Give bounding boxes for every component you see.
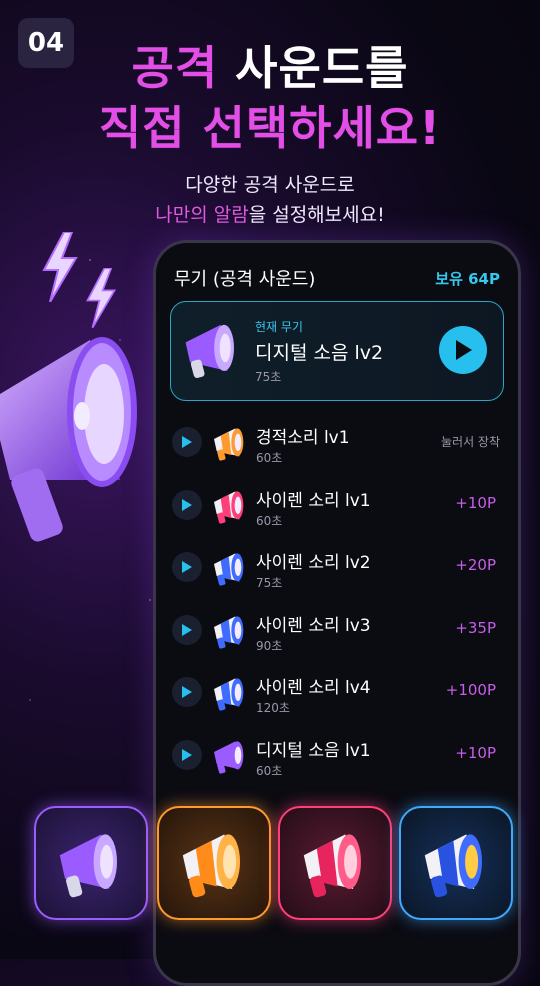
current-weapon-label: 현재 무기 (255, 320, 303, 334)
sound-tiles (0, 806, 540, 920)
list-item[interactable]: 사이렌 소리 lv3 90초 +35P (170, 609, 504, 665)
play-icon (456, 340, 472, 360)
list-item[interactable]: 사이렌 소리 lv1 60초 +10P (170, 484, 504, 540)
headline-line2: 직접 선택하세요! (98, 101, 442, 155)
item-name: 사이렌 소리 lv4 (256, 678, 371, 698)
item-name: 경적소리 lv1 (256, 428, 350, 448)
item-duration: 60초 (256, 451, 283, 465)
play-button[interactable] (439, 326, 487, 374)
megaphone-pink-icon (303, 834, 361, 898)
current-weapon-name: 디지털 소음 lv2 (255, 342, 384, 364)
item-duration: 75초 (256, 576, 283, 590)
headline: 공격 사운드를 직접 선택하세요! (0, 38, 540, 158)
list-item[interactable]: 디지털 소음 lv1 60초 +10P (170, 734, 504, 790)
tile-horn[interactable] (157, 806, 271, 920)
item-duration: 60초 (256, 763, 283, 778)
current-weapon-duration: 75초 (255, 370, 282, 384)
list-item[interactable]: 사이렌 소리 lv2 75초 +20P (170, 546, 504, 602)
subtitle-line1: 다양한 공격 사운드로 (185, 174, 355, 196)
item-name: 디지털 소음 lv1 (256, 740, 371, 761)
play-icon (182, 436, 192, 448)
item-price: +10P (455, 743, 496, 762)
item-duration: 60초 (256, 513, 283, 528)
play-button[interactable] (172, 677, 202, 707)
equip-hint[interactable]: 눌러서 장착 (441, 433, 500, 450)
item-name: 사이렌 소리 lv1 (256, 490, 371, 511)
megaphone-blue-icon (214, 615, 244, 649)
item-price: +20P (455, 556, 496, 574)
play-button[interactable] (172, 614, 202, 645)
megaphone-orange-icon (182, 834, 240, 898)
tile-siren-pink[interactable] (278, 806, 392, 920)
tile-siren-blue[interactable] (399, 806, 513, 920)
points-balance: 보유 64P (435, 269, 500, 288)
play-icon (182, 748, 192, 761)
item-duration: 120초 (256, 701, 290, 715)
play-button[interactable] (172, 552, 202, 582)
megaphone-purple-icon (59, 834, 117, 898)
subtitle-highlight: 나만의 알람 (155, 204, 249, 226)
megaphone-pink-icon (214, 490, 244, 524)
current-weapon-card[interactable]: 현재 무기 디지털 소음 lv2 75초 (170, 301, 504, 401)
item-price: +35P (455, 618, 496, 637)
headline-rest: 사운드를 (218, 41, 409, 95)
item-price: +10P (455, 493, 496, 512)
headline-accent: 공격 (131, 41, 219, 95)
item-name: 사이렌 소리 lv2 (256, 553, 371, 573)
megaphone-purple-icon (185, 324, 234, 378)
play-icon (182, 561, 192, 573)
weapons-header: 무기 (공격 사운드) 보유 64P (174, 265, 500, 291)
lightning-bolt-icon (42, 232, 78, 302)
item-price: +100P (445, 681, 496, 699)
megaphone-blue-icon (214, 678, 244, 711)
subtitle-rest: 을 설정해보세요! (248, 204, 385, 226)
play-button[interactable] (172, 489, 202, 520)
list-item[interactable]: 사이렌 소리 lv4 120초 +100P (170, 671, 504, 727)
subtitle: 다양한 공격 사운드로 나만의 알람을 설정해보세요! (0, 170, 540, 230)
lightning-bolt-icon (85, 268, 117, 328)
weapons-title: 무기 (공격 사운드) (174, 269, 316, 290)
big-megaphone-icon (0, 337, 137, 542)
item-duration: 90초 (256, 638, 283, 653)
play-icon (182, 623, 192, 636)
list-item[interactable]: 경적소리 lv1 60초 눌러서 장착 (170, 421, 504, 477)
megaphone-orange-icon (214, 428, 244, 461)
tile-digital-noise[interactable] (34, 806, 148, 920)
play-button[interactable] (172, 427, 202, 457)
play-icon (182, 498, 192, 511)
play-icon (182, 686, 192, 698)
play-button[interactable] (172, 739, 202, 770)
megaphone-purple-icon (214, 740, 244, 774)
megaphone-blue-icon (214, 553, 244, 586)
item-name: 사이렌 소리 lv3 (256, 615, 371, 636)
megaphone-blue-icon (424, 834, 482, 898)
